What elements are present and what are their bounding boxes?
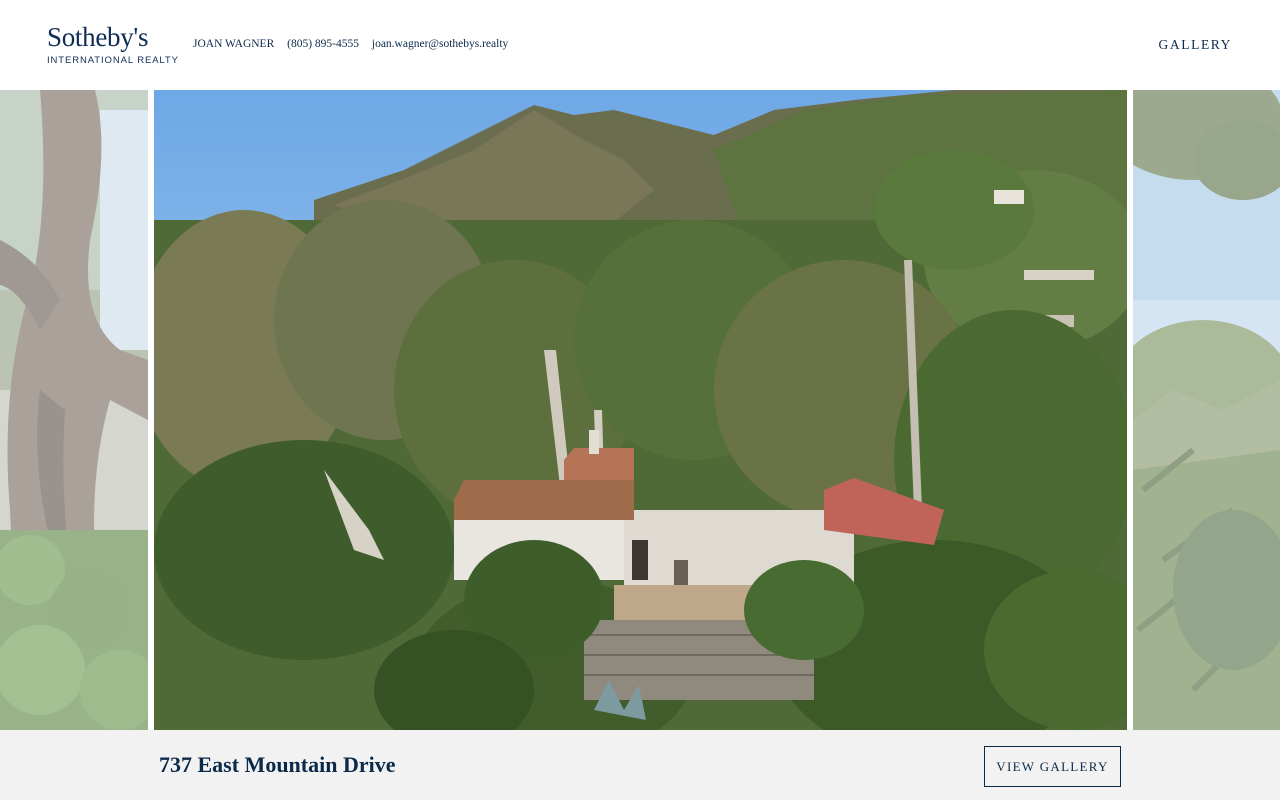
agent-phone-link[interactable]: (805) 895-4555 bbox=[287, 38, 359, 50]
agent-email-link[interactable]: joan.wagner@sothebys.realty bbox=[372, 38, 508, 50]
logo-wordmark: Sotheby's bbox=[47, 22, 149, 52]
agent-name: JOAN WAGNER bbox=[193, 38, 275, 50]
property-bar: 737 East Mountain Drive VIEW GALLERY bbox=[0, 730, 1280, 800]
slide-fade-overlay bbox=[1133, 90, 1280, 730]
slide-fade-overlay bbox=[0, 90, 148, 730]
view-gallery-button[interactable]: VIEW GALLERY bbox=[984, 746, 1121, 787]
previous-slide[interactable] bbox=[0, 90, 148, 730]
hillside-villa-aerial-photo bbox=[154, 90, 1127, 730]
logo-subtitle: INTERNATIONAL REALTY bbox=[47, 55, 179, 66]
current-slide[interactable] bbox=[154, 90, 1127, 730]
photo-carousel bbox=[0, 90, 1280, 730]
nav-gallery-link[interactable]: GALLERY bbox=[1159, 37, 1232, 53]
property-address: 737 East Mountain Drive bbox=[159, 752, 396, 777]
site-header: Sotheby's INTERNATIONAL REALTY JOAN WAGN… bbox=[0, 0, 1280, 90]
next-slide[interactable] bbox=[1133, 90, 1280, 730]
agent-contact: JOAN WAGNER (805) 895-4555 joan.wagner@s… bbox=[193, 38, 518, 50]
sothebys-logo[interactable]: Sotheby's INTERNATIONAL REALTY bbox=[47, 22, 179, 68]
